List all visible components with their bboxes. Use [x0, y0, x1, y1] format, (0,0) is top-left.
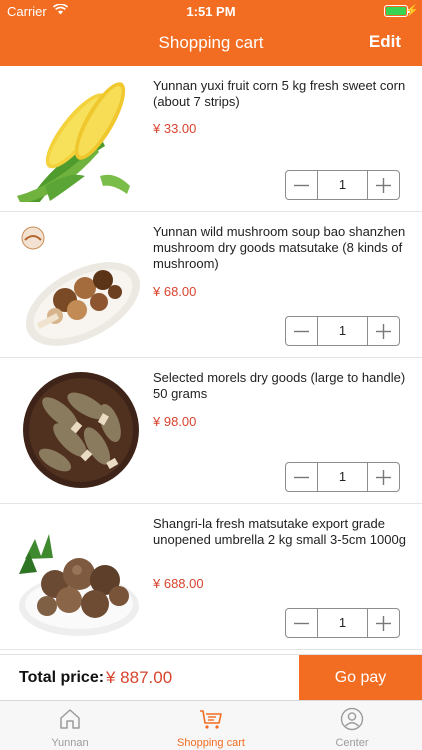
tab-label: Yunnan — [51, 737, 89, 749]
product-title[interactable]: Shangri-la fresh matsutake export grade … — [153, 516, 411, 548]
product-price: ¥ 68.00 — [153, 284, 197, 299]
product-title[interactable]: Yunnan wild mushroom soup bao shanzhen m… — [153, 224, 411, 272]
increase-button[interactable] — [368, 317, 399, 345]
cart-icon — [200, 710, 222, 729]
product-price: ¥ 688.00 — [153, 576, 204, 591]
decrease-button[interactable] — [286, 609, 317, 637]
status-bar: Carrier 1:51 PM ⚡ — [0, 0, 422, 22]
plus-icon — [376, 615, 391, 631]
increase-button[interactable] — [368, 463, 399, 491]
increase-button[interactable] — [368, 609, 399, 637]
product-price: ¥ 33.00 — [153, 121, 197, 136]
tab-label: Center — [335, 737, 369, 749]
cart-item[interactable]: Yunnan yuxi fruit corn 5 kg fresh sweet … — [0, 66, 422, 212]
minus-icon — [294, 184, 309, 186]
tab-shopping-cart[interactable]: Shopping cart — [141, 701, 281, 750]
plus-icon — [376, 323, 391, 339]
quantity-stepper: 1 — [285, 608, 400, 638]
product-title[interactable]: Yunnan yuxi fruit corn 5 kg fresh sweet … — [153, 78, 411, 110]
mushroom-mix-image — [15, 222, 143, 348]
total-price-value: ¥ 887.00 — [106, 668, 173, 687]
cart-list[interactable]: Yunnan yuxi fruit corn 5 kg fresh sweet … — [0, 66, 422, 654]
product-price: ¥ 98.00 — [153, 414, 197, 429]
plus-icon — [376, 177, 391, 193]
charging-icon: ⚡ — [405, 5, 419, 17]
matsutake-image — [15, 514, 143, 640]
checkout-bar: Total price: ¥ 887.00 Go pay — [0, 654, 422, 701]
cart-item[interactable]: Selected morels dry goods (large to hand… — [0, 358, 422, 504]
edit-button[interactable]: Edit — [369, 32, 401, 52]
tab-yunnan[interactable]: Yunnan — [0, 701, 140, 750]
corn-image — [15, 76, 143, 202]
cart-item[interactable]: Yunnan wild mushroom soup bao shanzhen m… — [0, 212, 422, 358]
quantity-stepper: 1 — [285, 316, 400, 346]
decrease-button[interactable] — [286, 463, 317, 491]
quantity-field[interactable]: 1 — [317, 317, 368, 345]
cart-item[interactable]: Shangri-la fresh matsutake export grade … — [0, 504, 422, 650]
tab-label: Shopping cart — [177, 737, 245, 749]
user-icon — [340, 707, 364, 731]
app-header: Carrier 1:51 PM ⚡ Shopping cart Edit — [0, 0, 422, 66]
status-time: 1:51 PM — [186, 4, 236, 19]
total-price-label: Total price: — [19, 669, 105, 686]
morels-image — [15, 368, 143, 494]
decrease-button[interactable] — [286, 171, 317, 199]
go-pay-button[interactable]: Go pay — [299, 655, 422, 701]
plus-icon — [376, 469, 391, 485]
page-title: Shopping cart — [158, 33, 264, 52]
quantity-field[interactable]: 1 — [317, 609, 368, 637]
minus-icon — [294, 330, 309, 332]
quantity-stepper: 1 — [285, 170, 400, 200]
decrease-button[interactable] — [286, 317, 317, 345]
increase-button[interactable] — [368, 171, 399, 199]
tab-center[interactable]: Center — [282, 701, 422, 750]
product-title[interactable]: Selected morels dry goods (large to hand… — [153, 370, 411, 402]
quantity-field[interactable]: 1 — [317, 171, 368, 199]
quantity-stepper: 1 — [285, 462, 400, 492]
tab-bar: Yunnan Shopping cart Center — [0, 700, 422, 750]
home-icon — [60, 709, 80, 729]
minus-icon — [294, 622, 309, 624]
quantity-field[interactable]: 1 — [317, 463, 368, 491]
minus-icon — [294, 476, 309, 478]
